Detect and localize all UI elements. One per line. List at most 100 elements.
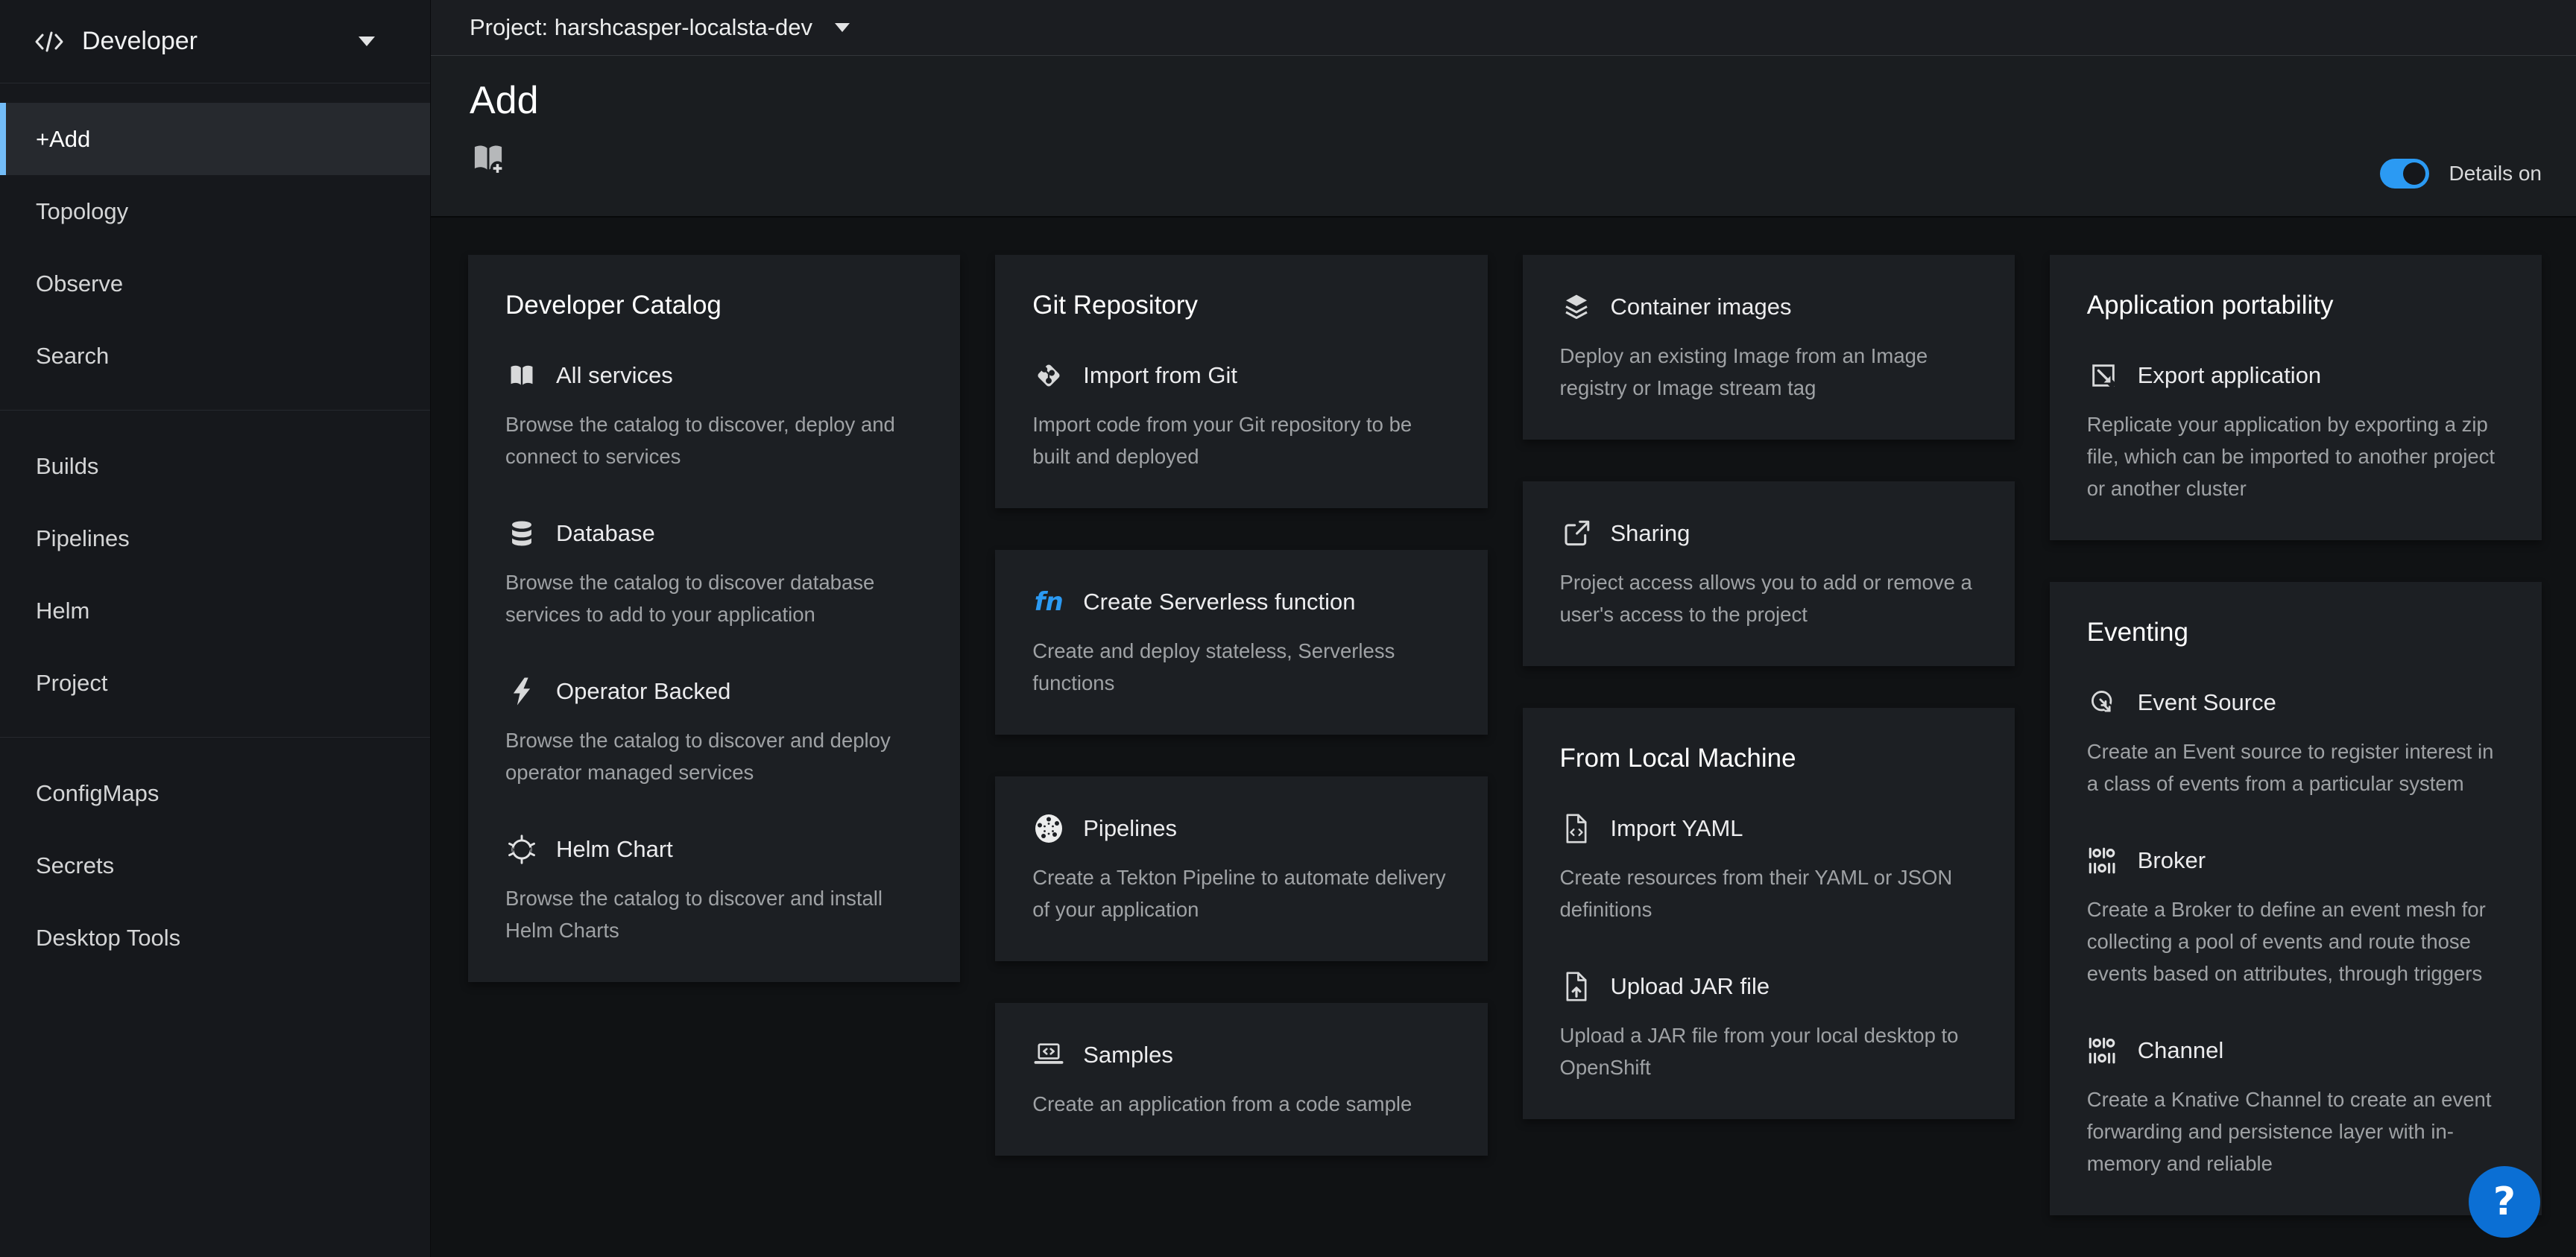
card-columns: Developer Catalog All services bbox=[468, 255, 2542, 1215]
card-samples: Samples Create an application from a cod… bbox=[995, 1003, 1487, 1156]
card-title: From Local Machine bbox=[1560, 744, 1977, 773]
card-title: Application portability bbox=[2087, 291, 2504, 320]
card-item-upload-jar-file[interactable]: Upload JAR file Upload a JAR file from y… bbox=[1560, 970, 1977, 1083]
item-description: Create a Knative Channel to create an ev… bbox=[2087, 1083, 2504, 1180]
project-selector[interactable]: Project: harshcasper-localsta-dev bbox=[431, 0, 2576, 56]
samples-laptop-icon bbox=[1032, 1039, 1065, 1071]
details-toggle[interactable] bbox=[2380, 159, 2429, 189]
item-description: Browse the catalog to discover and deplo… bbox=[505, 724, 923, 788]
sidebar-item-project[interactable]: Project bbox=[0, 647, 430, 719]
card-application-portability: Application portability bbox=[2050, 255, 2542, 540]
card-sharing: Sharing Project access allows you to add… bbox=[1523, 481, 2015, 666]
card-item-broker[interactable]: Broker Create a Broker to define an even… bbox=[2087, 844, 2504, 990]
layers-icon bbox=[1560, 291, 1593, 323]
chevron-down-icon bbox=[359, 37, 375, 46]
card-title: Eventing bbox=[2087, 618, 2504, 648]
card-pipelines: Pipelines Create a Tekton Pipeline to au… bbox=[995, 776, 1487, 961]
card-item-operator-backed[interactable]: Operator Backed Browse the catalog to di… bbox=[505, 675, 923, 788]
card-item-database[interactable]: Database Browse the catalog to discover … bbox=[505, 517, 923, 630]
card-item-sharing[interactable]: Sharing Project access allows you to add… bbox=[1560, 517, 1977, 630]
binary-channel-icon bbox=[2087, 1034, 2120, 1067]
item-description: Create an application from a code sample bbox=[1032, 1088, 1450, 1120]
lightning-bolt-icon bbox=[505, 675, 538, 708]
git-icon bbox=[1032, 359, 1065, 392]
card-title: Developer Catalog bbox=[505, 291, 923, 320]
sidebar-item-helm[interactable]: Helm bbox=[0, 574, 430, 647]
chevron-down-icon bbox=[835, 23, 850, 32]
sidebar-item-desktop-tools[interactable]: Desktop Tools bbox=[0, 902, 430, 974]
database-icon bbox=[505, 517, 538, 550]
item-description: Create resources from their YAML or JSON… bbox=[1560, 861, 1977, 925]
column-3: Container images Deploy an existing Imag… bbox=[1523, 255, 2015, 1119]
yaml-file-icon bbox=[1560, 812, 1593, 845]
card-item-event-source[interactable]: Event Source Create an Event source to r… bbox=[2087, 686, 2504, 800]
helm-logo-icon: HELM bbox=[505, 833, 538, 866]
card-item-create-serverless-function[interactable]: fn Create Serverless function Create and… bbox=[1032, 586, 1450, 699]
item-description: Create a Broker to define an event mesh … bbox=[2087, 893, 2504, 990]
item-description: Browse the catalog to discover and insta… bbox=[505, 882, 923, 946]
catalog-book-icon bbox=[505, 359, 538, 392]
sidebar-item-configmaps[interactable]: ConfigMaps bbox=[0, 757, 430, 829]
sidebar-item-topology[interactable]: Topology bbox=[0, 175, 430, 247]
card-from-local-machine: From Local Machine I bbox=[1523, 708, 2015, 1119]
sidebar-item-observe[interactable]: Observe bbox=[0, 247, 430, 320]
card-item-pipelines[interactable]: Pipelines Create a Tekton Pipeline to au… bbox=[1032, 812, 1450, 925]
event-source-icon bbox=[2087, 686, 2120, 719]
help-button[interactable]: ? bbox=[2469, 1166, 2540, 1238]
sidebar: Developer +Add Topology Observe Search B… bbox=[0, 0, 431, 1257]
card-item-helm-chart[interactable]: HELM Helm Chart Browse the catalog to di… bbox=[505, 833, 923, 946]
sidebar-item-add[interactable]: +Add bbox=[0, 103, 430, 175]
perspective-switcher[interactable]: Developer bbox=[0, 0, 430, 83]
card-eventing: Eventing bbox=[2050, 582, 2542, 1215]
card-item-all-services[interactable]: All services Browse the catalog to disco… bbox=[505, 359, 923, 472]
item-description: Create a Tekton Pipeline to automate del… bbox=[1032, 861, 1450, 925]
nav-group-1: +Add Topology Observe Search bbox=[0, 83, 430, 411]
card-title: Git Repository bbox=[1032, 291, 1450, 320]
item-description: Project access allows you to add or remo… bbox=[1560, 566, 1977, 630]
sidebar-item-builds[interactable]: Builds bbox=[0, 430, 430, 502]
column-4: Application portability bbox=[2050, 255, 2542, 1215]
item-description: Deploy an existing Image from an Image r… bbox=[1560, 340, 1977, 404]
item-description: Browse the catalog to discover database … bbox=[505, 566, 923, 630]
item-description: Replicate your application by exporting … bbox=[2087, 408, 2504, 504]
openshift-console: Developer +Add Topology Observe Search B… bbox=[0, 0, 2576, 1257]
card-item-samples[interactable]: Samples Create an application from a cod… bbox=[1032, 1039, 1450, 1120]
card-item-import-from-git[interactable]: Import from Git Import code from your Gi… bbox=[1032, 359, 1450, 472]
sidebar-nav: +Add Topology Observe Search Builds Pipe… bbox=[0, 83, 430, 992]
binary-broker-icon bbox=[2087, 844, 2120, 877]
svg-text:HELM: HELM bbox=[512, 846, 532, 854]
card-item-import-yaml[interactable]: Import YAML Create resources from their … bbox=[1560, 812, 1977, 925]
nav-group-2: Builds Pipelines Helm Project bbox=[0, 411, 430, 738]
item-description: Upload a JAR file from your local deskto… bbox=[1560, 1019, 1977, 1083]
card-item-export-application[interactable]: Export application Replicate your applic… bbox=[2087, 359, 2504, 504]
sidebar-item-secrets[interactable]: Secrets bbox=[0, 829, 430, 902]
card-item-channel[interactable]: Channel Create a Knative Channel to crea… bbox=[2087, 1034, 2504, 1180]
hint-icon-row bbox=[470, 139, 2537, 180]
book-plus-icon bbox=[470, 167, 507, 180]
column-2: Git Repository bbox=[995, 255, 1487, 1156]
main-area: Project: harshcasper-localsta-dev Add bbox=[431, 0, 2576, 1257]
column-1: Developer Catalog All services bbox=[468, 255, 960, 982]
project-label: Project: harshcasper-localsta-dev bbox=[470, 14, 812, 41]
card-item-container-images[interactable]: Container images Deploy an existing Imag… bbox=[1560, 291, 1977, 404]
item-description: Browse the catalog to discover, deploy a… bbox=[505, 408, 923, 472]
nav-group-3: ConfigMaps Secrets Desktop Tools bbox=[0, 738, 430, 992]
export-icon bbox=[2087, 359, 2120, 392]
sidebar-item-search[interactable]: Search bbox=[0, 320, 430, 392]
item-description: Create and deploy stateless, Serverless … bbox=[1032, 635, 1450, 699]
add-page-content: Developer Catalog All services bbox=[431, 218, 2576, 1257]
code-icon bbox=[33, 25, 66, 58]
page-header: Add Details on bbox=[431, 56, 2576, 218]
sidebar-item-pipelines[interactable]: Pipelines bbox=[0, 502, 430, 574]
details-toggle-label: Details on bbox=[2449, 162, 2542, 186]
item-description: Create an Event source to register inter… bbox=[2087, 735, 2504, 800]
toggle-knob bbox=[2403, 162, 2425, 185]
details-toggle-group: Details on bbox=[2380, 159, 2542, 189]
card-developer-catalog: Developer Catalog All services bbox=[468, 255, 960, 982]
share-icon bbox=[1560, 517, 1593, 550]
tekton-pipelines-icon bbox=[1032, 812, 1065, 845]
item-description: Import code from your Git repository to … bbox=[1032, 408, 1450, 472]
card-container-images: Container images Deploy an existing Imag… bbox=[1523, 255, 2015, 440]
serverless-fn-icon: fn bbox=[1032, 586, 1065, 618]
card-serverless-function: fn Create Serverless function Create and… bbox=[995, 550, 1487, 735]
